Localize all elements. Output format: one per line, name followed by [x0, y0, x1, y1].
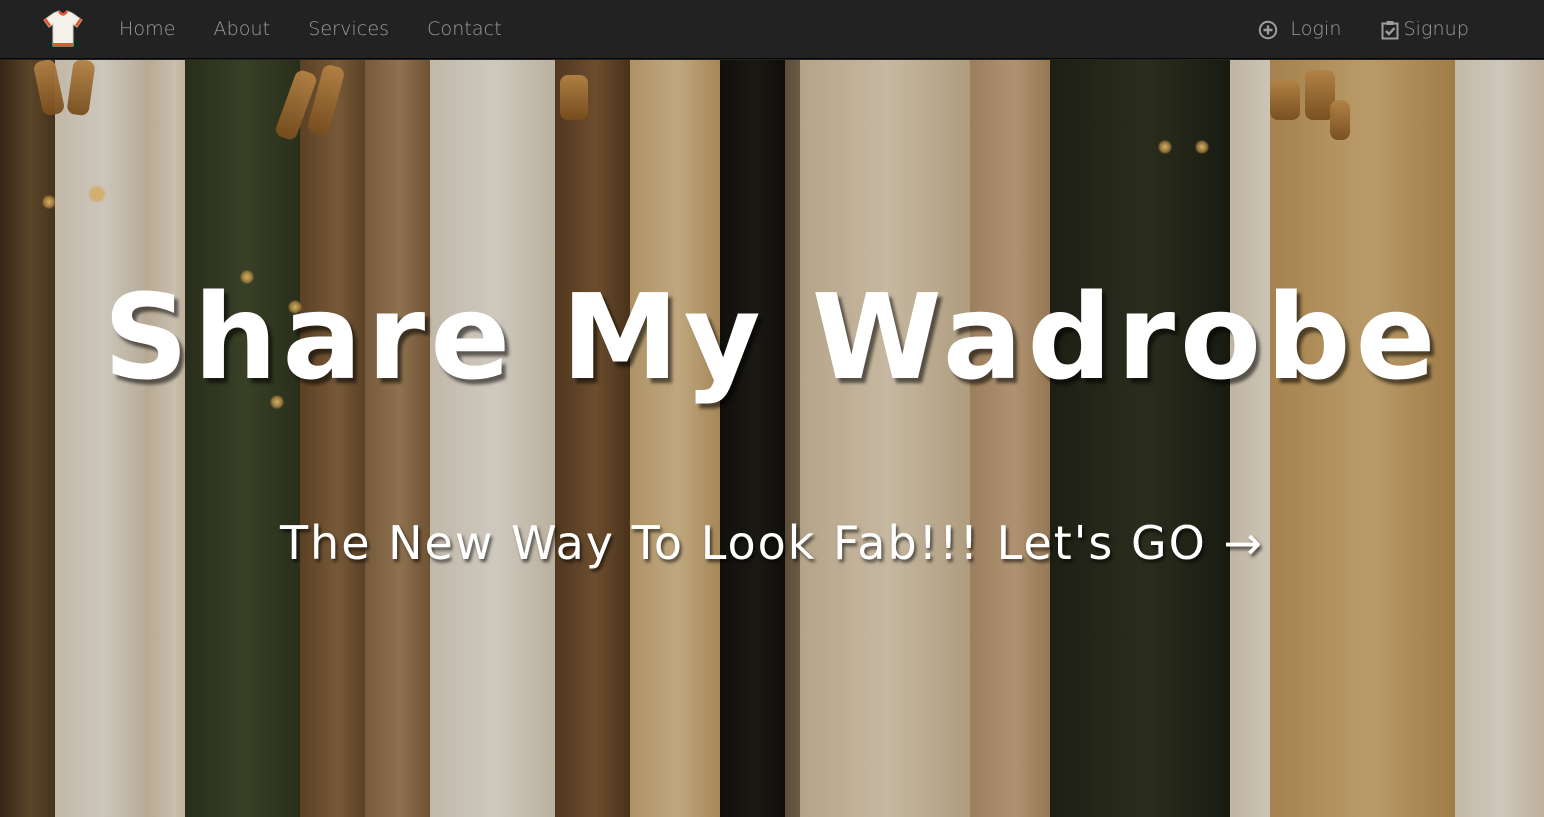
- hero-cta-link[interactable]: The New Way To Look Fab!!! Let's GO →: [0, 516, 1544, 570]
- auth-nav-links: Login Signup: [1239, 0, 1488, 59]
- signup-label: Signup: [1403, 18, 1469, 40]
- clipboard-check-icon: [1381, 20, 1398, 39]
- login-label: Login: [1290, 18, 1342, 40]
- hero-title: Share My Wadrobe: [103, 268, 1441, 406]
- brand-logo-tshirt-icon[interactable]: [42, 9, 84, 49]
- login-link[interactable]: Login: [1239, 0, 1360, 59]
- hero-dark-overlay: [0, 60, 1544, 817]
- nav-link-services[interactable]: Services: [289, 0, 408, 59]
- plus-circle-icon: [1259, 20, 1278, 39]
- hero-section: Share My Wadrobe The New Way To Look Fab…: [0, 60, 1544, 817]
- nav-link-home[interactable]: Home: [100, 0, 195, 59]
- top-navbar: Home About Services Contact Login Signup: [0, 0, 1544, 59]
- nav-link-about[interactable]: About: [195, 0, 290, 59]
- nav-link-contact[interactable]: Contact: [408, 0, 521, 59]
- signup-link[interactable]: Signup: [1361, 0, 1489, 59]
- main-nav-links: Home About Services Contact: [100, 0, 521, 59]
